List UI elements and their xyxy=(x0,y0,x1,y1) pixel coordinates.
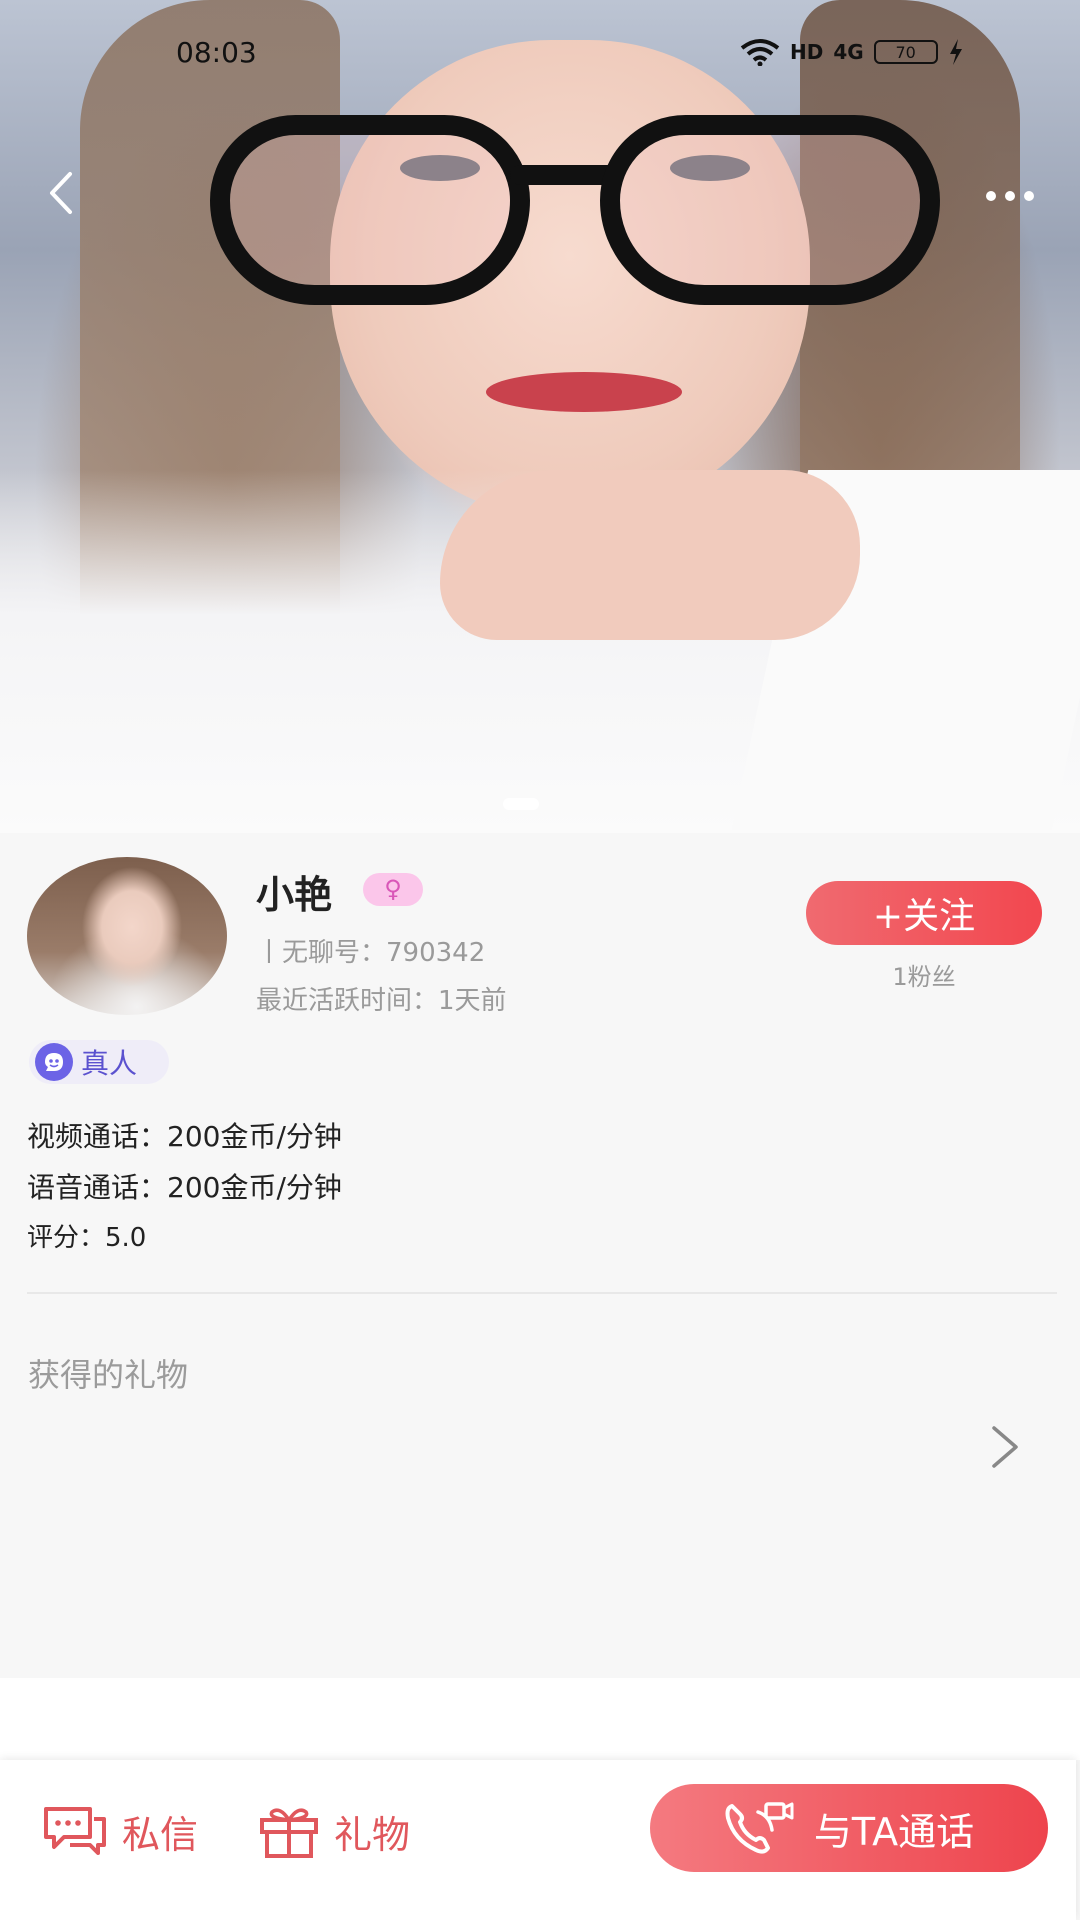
bottom-action-bar: 私信 礼物 与TA通话 xyxy=(0,1760,1076,1920)
voice-call-price: 语音通话：200金币/分钟 xyxy=(27,1171,342,1204)
more-options-icon[interactable] xyxy=(986,184,1046,208)
status-icons: HD 4G 70 xyxy=(740,36,964,68)
user-id: 丨无聊号：790342 xyxy=(256,938,486,968)
cellular-icon: 4G xyxy=(833,40,864,64)
last-active-time: 最近活跃时间：1天前 xyxy=(256,986,507,1016)
back-icon[interactable] xyxy=(40,170,86,216)
follow-button[interactable]: +关注 xyxy=(806,881,1042,945)
wifi-icon xyxy=(740,39,780,66)
private-message-label: 私信 xyxy=(122,1812,199,1857)
send-gift-label: 礼物 xyxy=(334,1812,411,1857)
send-gift-button[interactable]: 礼物 xyxy=(258,1796,410,1866)
hd-icon: HD xyxy=(790,40,824,64)
video-call-icon xyxy=(725,1802,794,1854)
avatar[interactable] xyxy=(27,857,227,1015)
divider xyxy=(27,1292,1057,1294)
verified-face-icon xyxy=(35,1043,73,1081)
chevron-right-icon[interactable] xyxy=(990,1424,1020,1470)
private-message-button[interactable]: 私信 xyxy=(42,1796,198,1866)
charging-icon xyxy=(949,39,962,65)
gift-icon xyxy=(260,1808,318,1858)
user-name: 小艳 xyxy=(256,873,333,917)
status-time: 08:03 xyxy=(176,36,257,69)
glasses xyxy=(210,95,970,305)
profile-photo[interactable] xyxy=(0,0,1080,833)
battery-icon: 70 xyxy=(873,40,938,64)
fans-count: 1粉丝 xyxy=(892,963,956,991)
real-person-label: 真人 xyxy=(81,1047,138,1080)
video-call-price: 视频通话：200金币/分钟 xyxy=(27,1120,342,1153)
rating: 评分：5.0 xyxy=(27,1223,147,1253)
call-button[interactable]: 与TA通话 xyxy=(650,1784,1048,1872)
call-label: 与TA通话 xyxy=(813,1809,975,1854)
female-icon: ♀ xyxy=(363,873,423,906)
gifts-received-title: 获得的礼物 xyxy=(28,1356,189,1394)
real-person-badge: 真人 xyxy=(29,1040,169,1084)
photo-pager-indicator xyxy=(503,798,539,810)
chat-icon xyxy=(44,1807,106,1855)
